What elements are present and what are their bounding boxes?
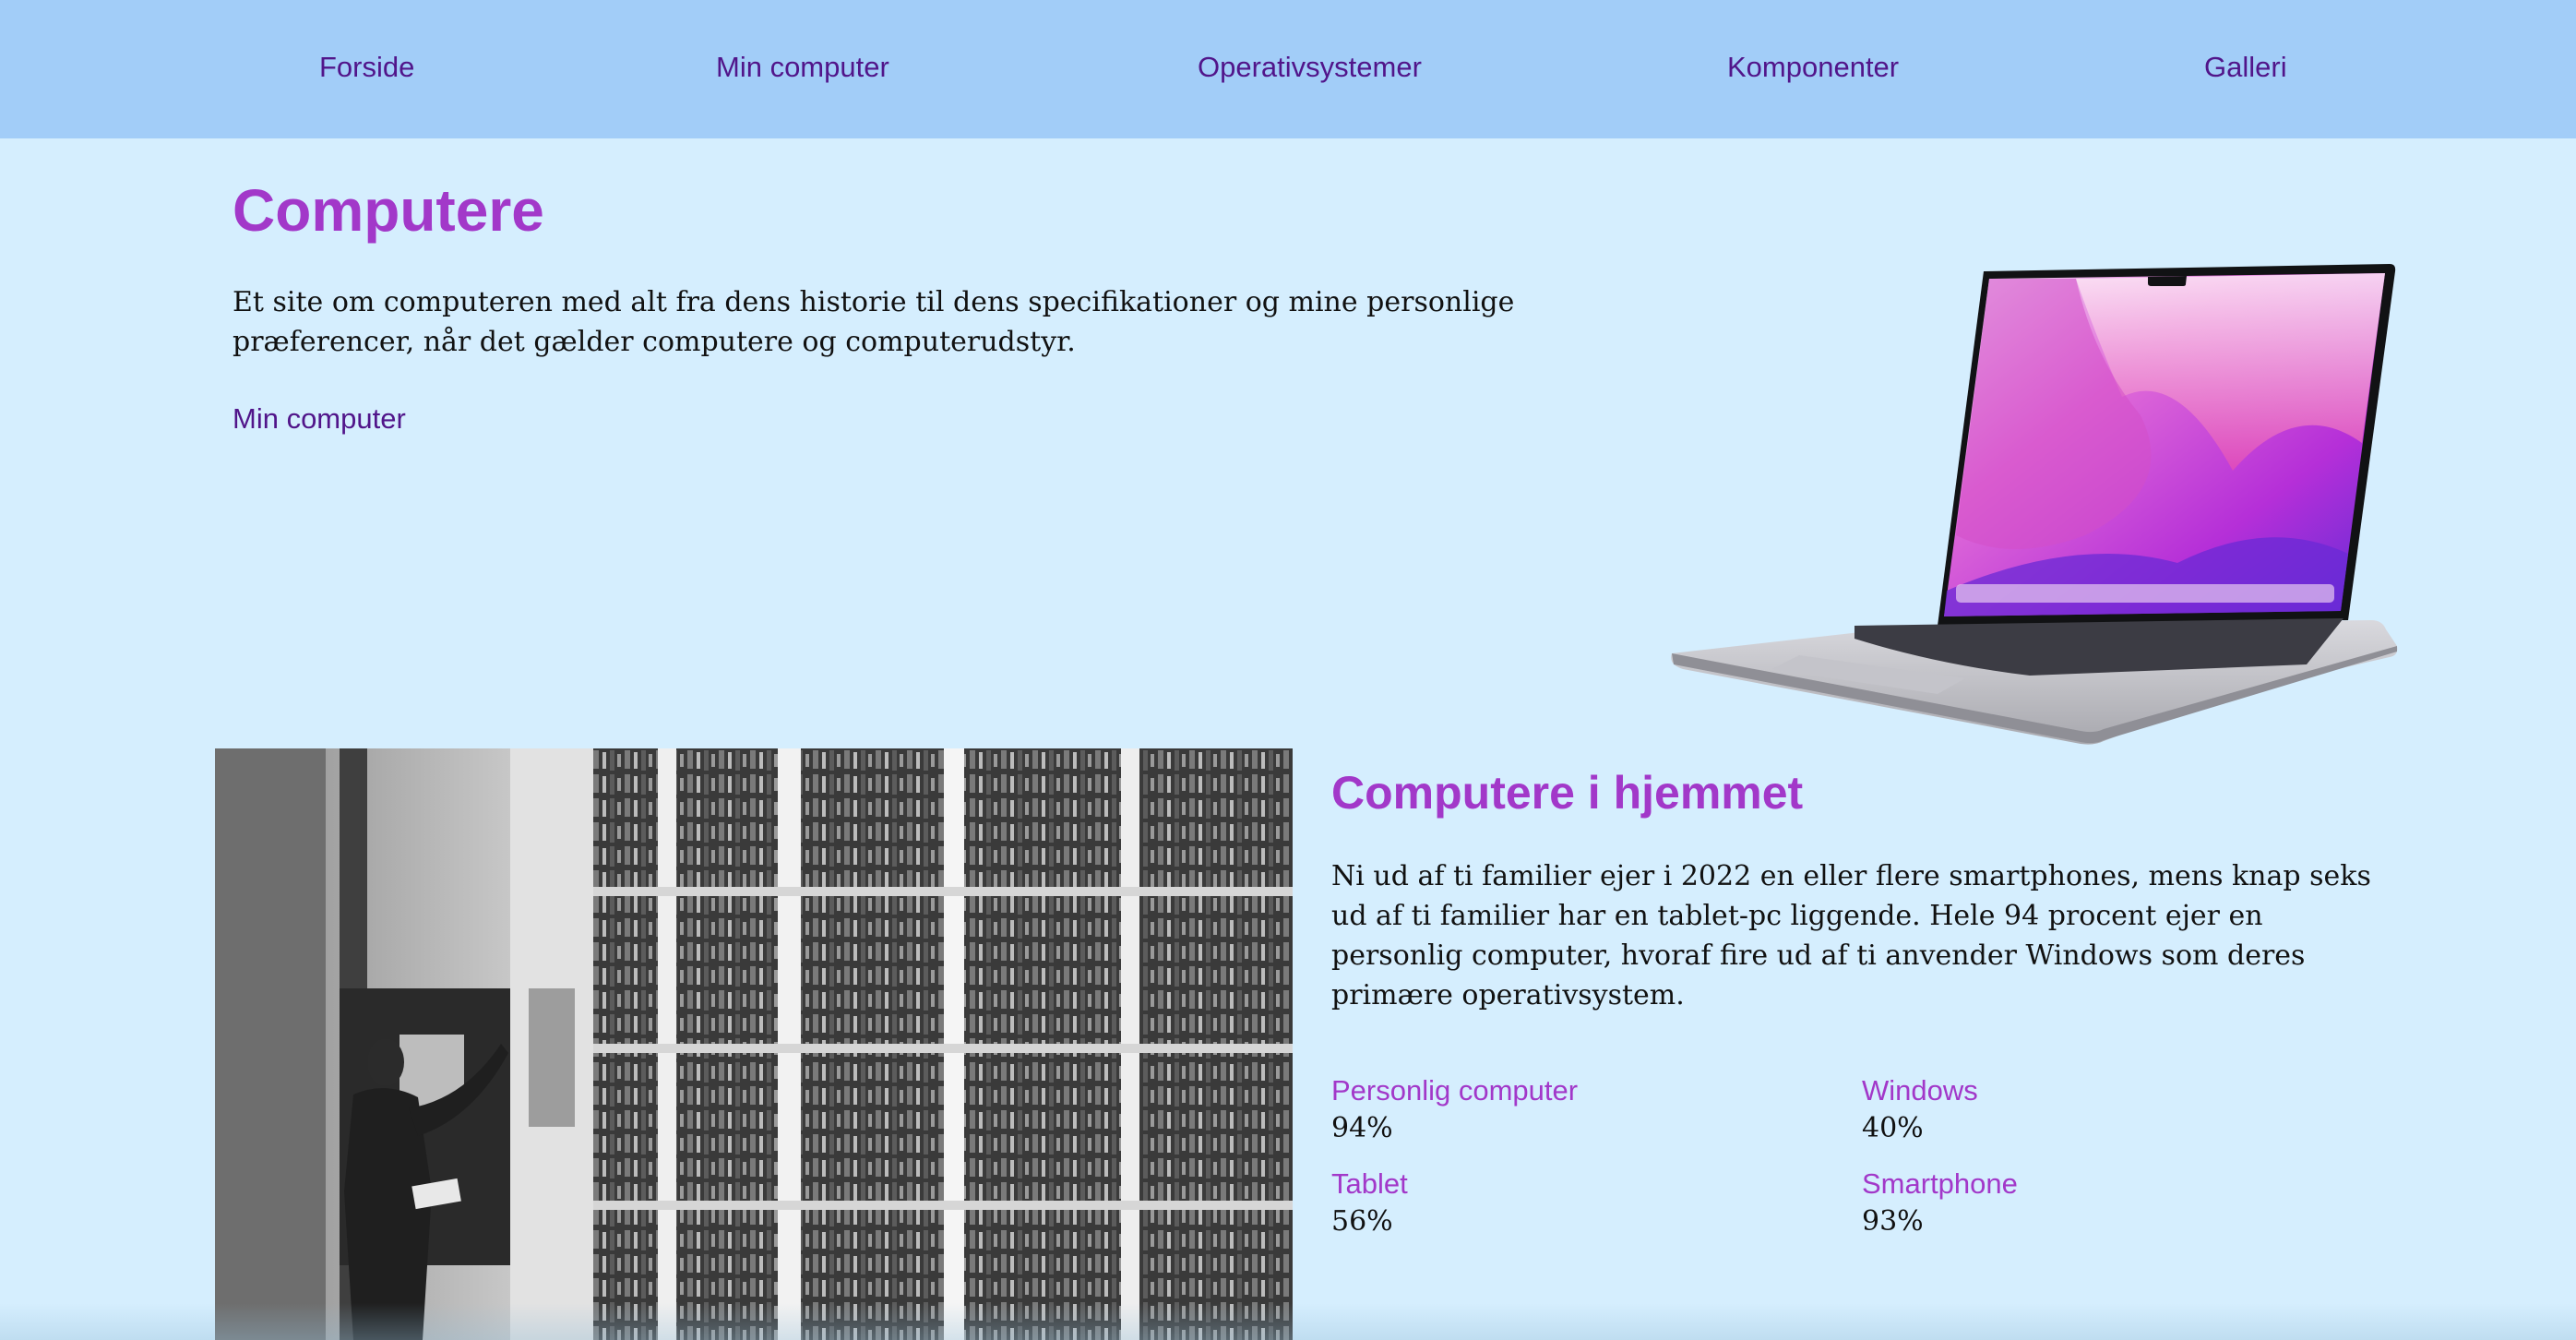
stat-value-tablet: 56% [1331,1205,1393,1238]
section-title: Computere i hjemmet [1331,767,1804,819]
nav-link-operativsystemer[interactable]: Operativsystemer [1198,44,1422,90]
stat-value-personlig-computer: 94% [1331,1112,1393,1144]
page: Forside Min computer Operativsystemer Ko… [0,0,2576,1340]
stat-label-personlig-computer: Personlig computer [1331,1074,1579,1107]
nav-link-komponenter[interactable]: Komponenter [1727,44,1899,90]
laptop-image [1661,258,2399,757]
top-navigation: Forside Min computer Operativsystemer Ko… [0,0,2576,138]
stat-label-windows: Windows [1862,1074,1978,1107]
stat-label-tablet: Tablet [1331,1167,1408,1200]
stat-value-smartphone: 93% [1862,1205,1924,1238]
stat-value-windows: 40% [1862,1112,1924,1144]
hero-intro-text: Et site om computeren med alt fra dens h… [233,286,1515,358]
laptop-illustration [1671,264,2398,745]
stat-label-smartphone: Smartphone [1862,1167,2018,1200]
min-computer-link[interactable]: Min computer [233,399,406,439]
section-text: Ni ud af ti familier ejer i 2022 en elle… [1331,860,2371,1011]
nav-link-galleri[interactable]: Galleri [2204,44,2287,90]
page-title: Computere [233,177,544,244]
nav-link-min-computer[interactable]: Min computer [716,44,889,90]
vintage-computer-photo [215,748,1293,1340]
nav-link-forside[interactable]: Forside [319,44,414,90]
vintage-computer-illustration [215,748,1293,1340]
